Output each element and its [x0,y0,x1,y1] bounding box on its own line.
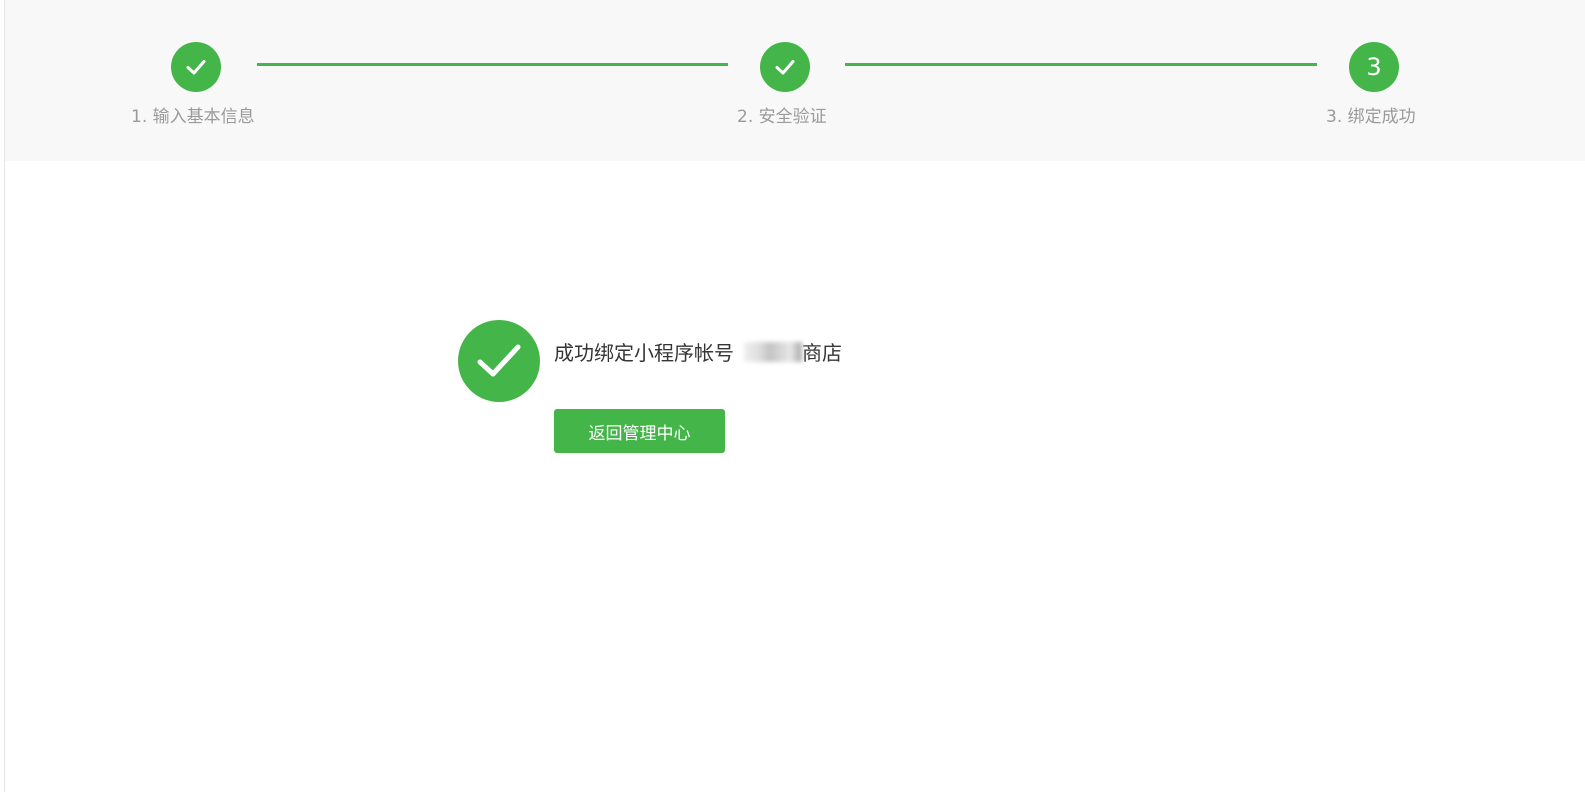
step-2-label: 2. 安全验证 [737,107,827,127]
check-icon [477,344,521,377]
back-to-admin-button[interactable]: 返回管理中心 [554,409,725,453]
step-1-circle [171,42,221,92]
step-connector-2 [845,63,1317,66]
step-3-circle: 3 [1349,42,1399,92]
progress-stepper: 1. 输入基本信息 2. 安全验证 3 3. 绑定成功 [5,0,1585,161]
step-connector-1 [257,63,728,66]
page: 1. 输入基本信息 2. 安全验证 3 3. 绑定成功 成功绑定小程序帐号 商店… [0,0,1585,792]
account-name [744,341,802,362]
success-check-icon [458,320,540,402]
step-3-number: 3 [1366,53,1382,81]
account-name-suffix: 商店 [802,341,842,365]
success-message: 成功绑定小程序帐号 商店 [554,337,842,366]
check-icon [775,60,795,75]
step-3-label: 3. 绑定成功 [1326,107,1416,127]
step-2-circle [760,42,810,92]
step-1-label: 1. 输入基本信息 [131,107,255,127]
check-icon [186,60,206,75]
success-message-text: 成功绑定小程序帐号 [554,341,734,365]
